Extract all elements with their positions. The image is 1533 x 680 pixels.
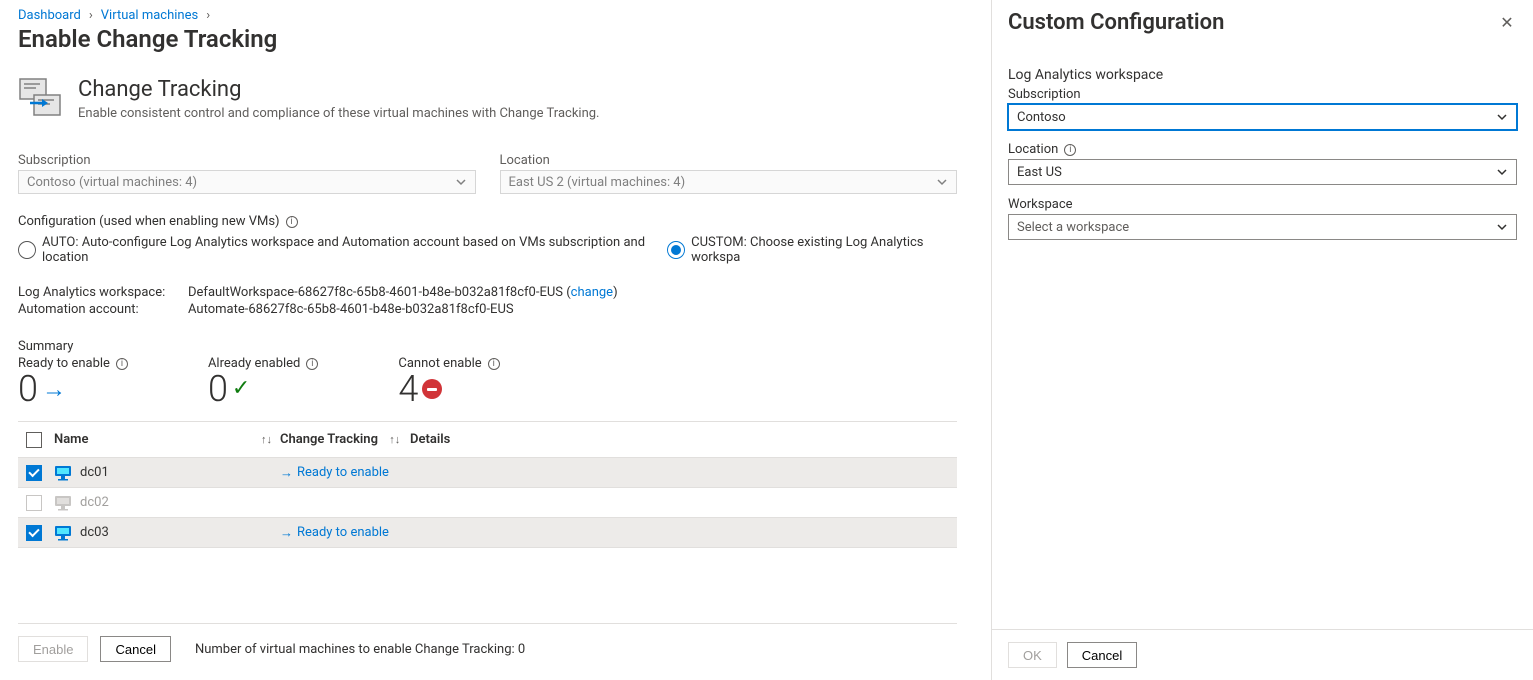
feature-desc: Enable consistent control and compliance… [78,106,599,121]
col-ct-header[interactable]: Change Tracking [280,432,378,447]
panel-section-title: Log Analytics workspace [1008,67,1517,83]
chevron-down-icon [1496,111,1508,123]
chevron-down-icon [1496,166,1508,178]
panel-title: Custom Configuration [1008,10,1224,35]
table-header: Name ↑↓ Change Tracking ↑↓ Details [18,422,957,458]
cancel-button[interactable]: Cancel [100,636,170,662]
radio-custom[interactable]: CUSTOM: Choose existing Log Analytics wo… [667,235,957,265]
workspace-label: Log Analytics workspace: [18,285,188,300]
breadcrumb-vms[interactable]: Virtual machines [101,8,198,23]
chevron-down-icon [936,176,948,188]
automation-label: Automation account: [18,302,188,317]
vm-table: Name ↑↓ Change Tracking ↑↓ Details dc01 [18,421,957,548]
summary-cards: Ready to enablei 0 → Already enabledi 0 … [18,356,957,407]
summary-cannot: Cannot enablei 4 [398,356,499,407]
info-icon[interactable]: i [286,216,298,228]
radio-auto[interactable]: AUTO: Auto-configure Log Analytics works… [18,235,653,265]
info-icon[interactable]: i [306,358,318,370]
chevron-down-icon [1496,221,1508,233]
summary-already: Already enabledi 0 ✓ [208,356,318,407]
vm-icon [54,465,72,481]
subscription-label: Subscription [18,153,476,168]
summary-title: Summary [18,339,957,354]
ready-to-enable: → Ready to enable [280,465,389,481]
subscription-dropdown[interactable]: Contoso (virtual machines: 4) [18,170,476,194]
workspace-value: DefaultWorkspace-68627f8c-65b8-4601-b48e… [188,285,563,300]
table-row[interactable]: dc01 → Ready to enable [18,458,957,488]
row-checkbox[interactable] [26,525,42,541]
page-title: Enable Change Tracking [18,25,957,53]
chevron-right-icon: › [89,8,93,23]
change-link[interactable]: change [571,285,613,300]
info-icon[interactable]: i [488,358,500,370]
ready-to-enable: → Ready to enable [280,525,389,541]
deny-icon [422,379,442,399]
main-footer: Enable Cancel Number of virtual machines… [18,623,957,680]
breadcrumb: Dashboard › Virtual machines › [18,8,957,23]
panel-ws-dropdown[interactable]: Select a workspace [1008,214,1517,240]
panel-cancel-button[interactable]: Cancel [1067,642,1137,668]
footer-count-text: Number of virtual machines to enable Cha… [195,642,525,657]
vm-name: dc01 [80,465,109,480]
summary-ready: Ready to enablei 0 → [18,356,128,407]
panel-sub-label: Subscription [1008,87,1517,102]
chevron-right-icon: › [206,8,210,23]
col-name-header[interactable]: Name [54,432,88,447]
panel-loc-label: Location i [1008,142,1517,157]
location-label: Location [500,153,958,168]
vm-icon [54,525,72,541]
arrow-right-icon: → [42,377,66,401]
select-all-checkbox[interactable] [26,432,42,448]
info-icon[interactable]: i [116,358,128,370]
config-details: Log Analytics workspace: DefaultWorkspac… [18,285,957,319]
main-content: Dashboard › Virtual machines › Enable Ch… [0,0,975,680]
config-radio-group: AUTO: Auto-configure Log Analytics works… [18,235,957,265]
radio-icon [667,241,685,259]
automation-value: Automate-68627f8c-65b8-4601-b48e-b032a81… [188,302,514,317]
sort-icon[interactable]: ↑↓ [261,433,272,446]
panel-footer: OK Cancel [992,629,1533,680]
enable-button: Enable [18,636,88,662]
col-details-header[interactable]: Details [410,432,450,447]
panel-ws-label: Workspace [1008,197,1517,212]
info-icon[interactable]: i [1064,144,1076,156]
feature-header: Change Tracking Enable consistent contro… [18,77,957,121]
table-row[interactable]: dc02 [18,488,957,518]
chevron-down-icon [455,176,467,188]
check-icon: ✓ [232,378,250,400]
filter-row: Subscription Contoso (virtual machines: … [18,153,957,194]
close-icon[interactable]: ✕ [1497,13,1517,33]
config-header: Configuration (used when enabling new VM… [18,214,957,229]
arrow-right-icon: → [280,525,293,541]
row-checkbox[interactable] [26,465,42,481]
panel-loc-dropdown[interactable]: East US [1008,159,1517,185]
ok-button: OK [1008,642,1057,668]
arrow-right-icon: → [280,465,293,481]
sort-icon[interactable]: ↑↓ [389,433,400,446]
breadcrumb-dashboard[interactable]: Dashboard [18,8,81,23]
feature-title: Change Tracking [78,77,599,102]
row-checkbox [26,495,42,511]
table-row[interactable]: dc03 → Ready to enable [18,518,957,548]
panel-sub-dropdown[interactable]: Contoso [1008,104,1517,130]
vm-icon [54,495,72,511]
location-dropdown[interactable]: East US 2 (virtual machines: 4) [500,170,958,194]
change-tracking-icon [18,77,62,121]
custom-config-panel: Custom Configuration ✕ Log Analytics wor… [991,0,1533,680]
vm-name: dc02 [80,495,109,510]
radio-icon [18,241,36,259]
vm-name: dc03 [80,525,109,540]
